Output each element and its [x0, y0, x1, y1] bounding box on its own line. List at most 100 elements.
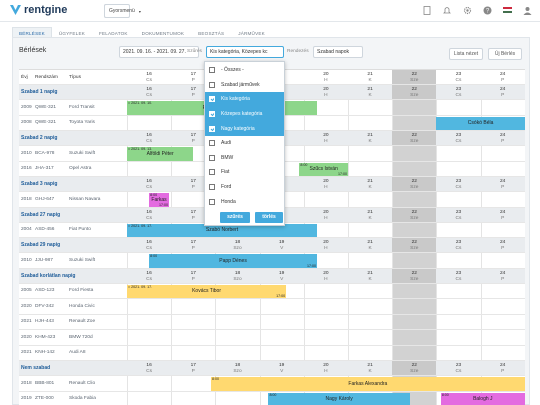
- day-cell[interactable]: [127, 161, 171, 176]
- day-cell[interactable]: [171, 314, 215, 329]
- day-cell[interactable]: [436, 283, 480, 298]
- booking-bar[interactable]: 8:00 Nagy Károly: [268, 392, 410, 405]
- day-cell[interactable]: [171, 330, 215, 345]
- filter-option[interactable]: BMW: [205, 151, 284, 166]
- day-cell[interactable]: [436, 314, 480, 329]
- day-cell[interactable]: [392, 161, 437, 176]
- day-cell[interactable]: [348, 283, 392, 298]
- filter-option[interactable]: Honda: [205, 194, 284, 209]
- day-cell[interactable]: [436, 330, 480, 345]
- day-cell[interactable]: [303, 299, 348, 314]
- checkbox-icon[interactable]: [209, 81, 215, 88]
- booking-bar[interactable]: 8:00 Farkas 17:00: [149, 193, 169, 207]
- checkbox-icon[interactable]: [209, 169, 215, 176]
- booking-bar[interactable]: = 2021. 09. 13. Alföldi Péter: [127, 147, 194, 161]
- day-cell[interactable]: [127, 330, 171, 345]
- day-cell[interactable]: [392, 283, 437, 298]
- day-cell[interactable]: [303, 283, 348, 298]
- day-cell[interactable]: [436, 345, 480, 360]
- booking-bar[interactable]: 8:00 Szűcs István 17:00: [299, 162, 348, 176]
- day-cell[interactable]: [171, 345, 215, 360]
- day-cell[interactable]: [392, 253, 437, 268]
- filter-option[interactable]: Nagy kategória: [205, 121, 284, 136]
- day-cell[interactable]: [215, 314, 259, 329]
- day-cell[interactable]: [480, 146, 525, 161]
- day-cell[interactable]: [303, 345, 348, 360]
- checkbox-icon[interactable]: [209, 67, 215, 74]
- day-cell[interactable]: [215, 299, 259, 314]
- day-cell[interactable]: [127, 376, 171, 391]
- day-cell[interactable]: [303, 314, 348, 329]
- list-view-button[interactable]: Lista nézet: [449, 48, 483, 60]
- day-cell[interactable]: [127, 299, 171, 314]
- new-rental-button[interactable]: Új Bérlés: [488, 48, 522, 60]
- checkbox-icon[interactable]: [209, 140, 215, 147]
- document-icon[interactable]: [422, 5, 432, 15]
- day-cell[interactable]: [436, 161, 480, 176]
- day-cell[interactable]: [480, 330, 525, 345]
- day-cell[interactable]: [171, 299, 215, 314]
- day-cell[interactable]: [259, 299, 304, 314]
- day-cell[interactable]: [303, 115, 348, 130]
- checkbox-icon[interactable]: [209, 111, 215, 118]
- day-cell[interactable]: [392, 222, 437, 237]
- day-cell[interactable]: [171, 376, 215, 391]
- day-cell[interactable]: [348, 299, 392, 314]
- filter-option[interactable]: Audi: [205, 136, 284, 151]
- booking-bar[interactable]: 8:00 Farkas Alexandra: [210, 377, 525, 391]
- day-cell[interactable]: [392, 100, 437, 115]
- checkbox-icon[interactable]: [209, 96, 215, 103]
- day-cell[interactable]: [348, 146, 392, 161]
- filter-option[interactable]: Kis kategória: [205, 92, 284, 107]
- day-cell[interactable]: [392, 115, 437, 130]
- booking-bar[interactable]: Csókó Béla: [436, 116, 525, 130]
- day-cell[interactable]: [348, 161, 392, 176]
- day-cell[interactable]: [392, 314, 437, 329]
- day-cell[interactable]: [480, 314, 525, 329]
- day-cell[interactable]: [480, 253, 525, 268]
- day-cell[interactable]: [259, 314, 304, 329]
- sort-select[interactable]: Szabad napok: [313, 46, 363, 58]
- day-cell[interactable]: [127, 314, 171, 329]
- day-cell[interactable]: [480, 345, 525, 360]
- day-cell[interactable]: [480, 283, 525, 298]
- day-cell[interactable]: [436, 253, 480, 268]
- day-cell[interactable]: [215, 391, 259, 405]
- category-filter-select[interactable]: Kis kategória, Közepes kc: [206, 46, 284, 58]
- day-cell[interactable]: [259, 345, 304, 360]
- filter-option[interactable]: Szabad járművek: [205, 78, 284, 93]
- day-cell[interactable]: [436, 100, 480, 115]
- day-cell[interactable]: [392, 330, 437, 345]
- filter-clear-button[interactable]: törlés: [255, 212, 283, 223]
- day-cell[interactable]: [348, 222, 392, 237]
- day-cell[interactable]: [480, 100, 525, 115]
- day-cell[interactable]: [303, 146, 348, 161]
- flag-hu-icon[interactable]: [502, 5, 512, 15]
- day-cell[interactable]: [171, 391, 215, 405]
- filter-option[interactable]: Közepes kategória: [205, 106, 284, 122]
- day-cell[interactable]: [392, 345, 437, 360]
- day-cell[interactable]: [348, 345, 392, 360]
- day-cell[interactable]: [436, 192, 480, 207]
- day-cell[interactable]: [215, 345, 259, 360]
- day-cell[interactable]: [348, 330, 392, 345]
- day-cell[interactable]: [259, 330, 304, 345]
- day-cell[interactable]: [480, 222, 525, 237]
- filter-option[interactable]: Fiat: [205, 165, 284, 180]
- day-cell[interactable]: [392, 299, 437, 314]
- day-cell[interactable]: [303, 330, 348, 345]
- day-cell[interactable]: [480, 161, 525, 176]
- day-cell[interactable]: [127, 391, 171, 405]
- day-cell[interactable]: [392, 146, 437, 161]
- filter-option[interactable]: Ford: [205, 180, 284, 195]
- day-cell[interactable]: [215, 330, 259, 345]
- day-cell[interactable]: [127, 115, 171, 130]
- day-cell[interactable]: [436, 299, 480, 314]
- day-cell[interactable]: [348, 253, 392, 268]
- day-cell[interactable]: [480, 192, 525, 207]
- day-cell[interactable]: [348, 115, 392, 130]
- day-cell[interactable]: [392, 192, 437, 207]
- day-cell[interactable]: [127, 345, 171, 360]
- booking-bar[interactable]: 8:00 Balogh J: [440, 392, 525, 405]
- filter-apply-button[interactable]: szűrés: [220, 212, 250, 223]
